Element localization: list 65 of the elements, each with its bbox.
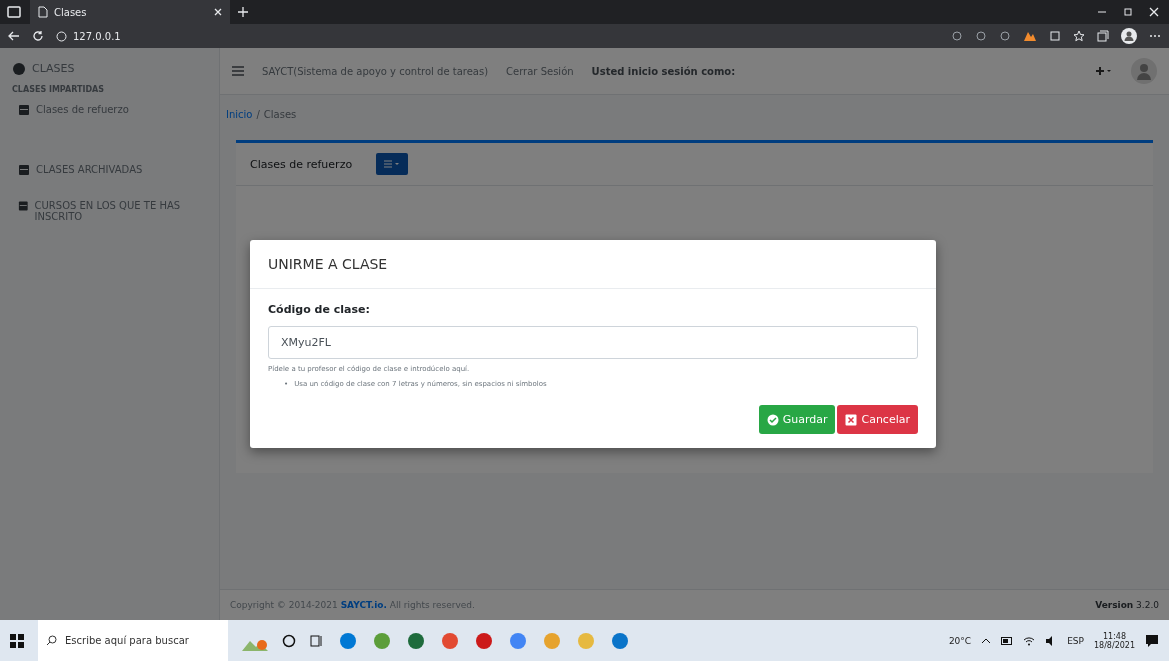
save-button[interactable]: Guardar <box>758 405 836 434</box>
breadcrumb-link[interactable]: Inicio <box>226 109 253 120</box>
weather-text[interactable]: 20°C <box>948 635 972 646</box>
restore-icon[interactable] <box>1123 7 1133 17</box>
check-circle-icon <box>766 413 779 426</box>
session-label: Usted inicio sesión como: <box>591 65 736 77</box>
logout-link[interactable]: Cerrar Sesión <box>506 65 574 77</box>
app-title[interactable]: SAYCT(Sistema de apoyo y control de tareas) <box>262 65 489 77</box>
sidebar-item[interactable]: Clases de refuerzo <box>36 104 129 115</box>
chevron-up-icon[interactable] <box>981 637 992 644</box>
browser-tab[interactable]: Clases <box>30 0 230 24</box>
version-text: Version 3.2.0 <box>1095 600 1159 610</box>
sidebar-brand[interactable]: CLASES <box>32 62 75 75</box>
taskbar-app-icon[interactable] <box>406 630 426 651</box>
profile-avatar-icon[interactable] <box>1121 28 1137 44</box>
close-icon[interactable] <box>1149 7 1159 17</box>
dialog-title: UNIRME A CLASE <box>250 240 936 289</box>
page-icon <box>38 6 48 18</box>
menu-icon[interactable] <box>232 66 244 76</box>
taskbar-app-icon[interactable] <box>474 630 494 651</box>
taskbar-search-field[interactable]: Escribe aquí para buscar <box>38 620 228 661</box>
book-icon <box>18 104 30 116</box>
back-icon[interactable] <box>8 31 20 41</box>
taskbar-app-icon[interactable] <box>372 630 392 651</box>
taskbar-app-icon[interactable] <box>338 630 358 651</box>
taskbar-app-icon[interactable] <box>440 630 460 651</box>
sidebar-item[interactable]: CLASES ARCHIVADAS <box>36 164 143 175</box>
card-tab[interactable]: Clases de refuerzo <box>250 157 353 171</box>
windows-start-icon[interactable] <box>10 633 24 648</box>
sidebar-item[interactable]: CURSOS EN LOS QUE TE HAS INSCRITO <box>34 200 207 222</box>
language-indicator[interactable]: ESP <box>1067 635 1084 646</box>
task-view-icon[interactable] <box>310 633 324 648</box>
search-icon <box>46 635 57 646</box>
toolbar-icon[interactable] <box>975 30 987 42</box>
reload-icon[interactable] <box>32 30 44 42</box>
breadcrumb-separator: / <box>256 109 260 120</box>
class-code-field[interactable]: XMyu2FL <box>268 326 918 359</box>
book-icon <box>18 200 29 212</box>
more-icon[interactable] <box>1149 34 1161 38</box>
toolbar-icon[interactable] <box>951 30 963 42</box>
new-tab-icon[interactable] <box>238 7 248 17</box>
book-icon <box>18 164 30 176</box>
taskbar-app-icon[interactable] <box>610 630 630 651</box>
wifi-icon[interactable] <box>1023 635 1036 646</box>
collections-icon[interactable] <box>1097 30 1109 42</box>
close-icon[interactable] <box>214 8 222 16</box>
breadcrumb-current: Clases <box>263 109 297 120</box>
task-view-circle-icon[interactable] <box>282 633 296 648</box>
plus-dropdown-icon[interactable] <box>1095 66 1113 76</box>
toolbar-icon[interactable] <box>999 30 1011 42</box>
menu-icon <box>384 160 401 168</box>
sidebar-section-title: CLASES IMPARTIDAS <box>12 85 106 94</box>
tab-title: Clases <box>54 6 87 18</box>
field-label: Código de clase: <box>268 303 371 316</box>
favorites-icon[interactable] <box>1073 30 1085 42</box>
clock[interactable]: 11:48 18/8/2021 <box>1093 631 1135 650</box>
cancel-button[interactable]: Cancelar <box>837 405 918 434</box>
battery-icon[interactable] <box>1001 636 1014 645</box>
copyright-link[interactable]: SAYCT.io. <box>340 600 387 610</box>
taskbar-app-icon[interactable] <box>508 630 528 651</box>
user-avatar-icon[interactable] <box>1131 58 1157 84</box>
close-square-icon <box>845 413 858 426</box>
address-bar[interactable]: 127.0.0.1 <box>56 30 121 42</box>
notifications-icon[interactable] <box>1145 633 1159 648</box>
menu-dropdown-button[interactable] <box>376 153 409 175</box>
